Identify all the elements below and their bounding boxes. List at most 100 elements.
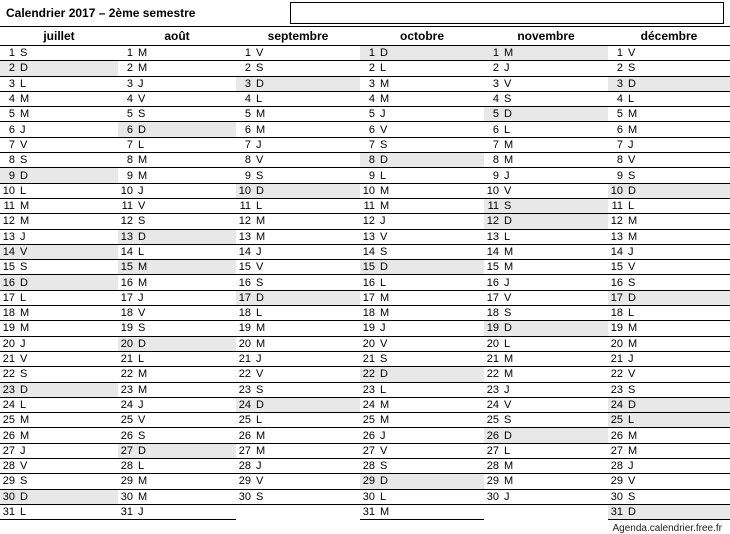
day-row: 12M — [608, 214, 730, 229]
day-number: 17 — [608, 292, 626, 304]
day-row: 7M — [484, 138, 608, 153]
day-number: 5 — [118, 108, 136, 120]
day-of-week: S — [136, 430, 152, 442]
day-of-week: D — [254, 292, 270, 304]
day-number: 1 — [484, 47, 502, 59]
day-number: 4 — [236, 93, 254, 105]
day-of-week: D — [378, 47, 394, 59]
day-of-week: D — [502, 215, 518, 227]
day-row: 24D — [236, 398, 360, 413]
day-of-week: S — [626, 491, 642, 503]
day-number: 15 — [236, 261, 254, 273]
day-number: 7 — [0, 139, 18, 151]
day-number: 22 — [118, 368, 136, 380]
day-of-week: S — [378, 460, 394, 472]
day-row: 21S — [360, 352, 484, 367]
day-row: 3V — [484, 77, 608, 92]
day-number: 16 — [608, 277, 626, 289]
day-of-week: D — [502, 322, 518, 334]
day-of-week: L — [502, 231, 518, 243]
day-row: 29V — [236, 474, 360, 489]
day-number: 25 — [608, 414, 626, 426]
day-number: 16 — [236, 277, 254, 289]
day-number: 11 — [608, 200, 626, 212]
day-number: 14 — [360, 246, 378, 258]
day-number: 18 — [484, 307, 502, 319]
day-row: 27M — [236, 444, 360, 459]
day-of-week: M — [136, 154, 152, 166]
day-of-week: D — [502, 430, 518, 442]
day-of-week: J — [18, 231, 34, 243]
day-of-week: J — [18, 445, 34, 457]
day-row: 29M — [118, 474, 236, 489]
day-number: 5 — [236, 108, 254, 120]
day-of-week: M — [502, 368, 518, 380]
day-of-week: J — [378, 322, 394, 334]
footer-credit: Agenda.calendrier.free.fr — [0, 520, 730, 534]
day-row: 17M — [360, 291, 484, 306]
day-of-week: L — [626, 93, 642, 105]
day-row: 6L — [484, 122, 608, 137]
day-row: 22V — [236, 367, 360, 382]
day-row: 19J — [360, 321, 484, 336]
day-of-week: V — [626, 368, 642, 380]
day-of-week: S — [18, 154, 34, 166]
day-number: 13 — [360, 231, 378, 243]
day-number: 24 — [360, 399, 378, 411]
day-row: 2J — [484, 61, 608, 76]
day-of-week: M — [502, 460, 518, 472]
day-number: 3 — [360, 78, 378, 90]
day-of-week: V — [626, 47, 642, 59]
day-of-week: V — [136, 200, 152, 212]
day-number: 23 — [484, 384, 502, 396]
day-of-week: L — [18, 506, 34, 518]
day-of-week: S — [254, 384, 270, 396]
day-number: 15 — [0, 261, 18, 273]
day-of-week: V — [502, 292, 518, 304]
day-number: 6 — [484, 124, 502, 136]
day-row: 20D — [118, 337, 236, 352]
day-number: 14 — [118, 246, 136, 258]
day-of-week: M — [378, 292, 394, 304]
day-number: 9 — [236, 170, 254, 182]
day-number: 28 — [608, 460, 626, 472]
day-number: 5 — [484, 108, 502, 120]
day-number: 12 — [118, 215, 136, 227]
day-number: 29 — [236, 475, 254, 487]
day-row: 9J — [484, 168, 608, 183]
day-row: 10D — [608, 184, 730, 199]
day-of-week: S — [626, 62, 642, 74]
day-of-week: J — [626, 460, 642, 472]
day-number: 26 — [360, 430, 378, 442]
day-of-week: M — [626, 231, 642, 243]
day-number: 5 — [608, 108, 626, 120]
day-of-week: D — [136, 231, 152, 243]
day-row: 3J — [118, 77, 236, 92]
day-number: 4 — [360, 93, 378, 105]
day-number: 13 — [484, 231, 502, 243]
day-number: 23 — [236, 384, 254, 396]
day-row: 4M — [0, 92, 118, 107]
day-number: 16 — [0, 277, 18, 289]
day-number: 30 — [360, 491, 378, 503]
day-number: 17 — [0, 292, 18, 304]
day-row: 25S — [484, 413, 608, 428]
day-number: 6 — [608, 124, 626, 136]
day-of-week: L — [254, 93, 270, 105]
day-number: 16 — [484, 277, 502, 289]
day-of-week: D — [378, 475, 394, 487]
day-of-week: M — [626, 322, 642, 334]
day-number: 24 — [118, 399, 136, 411]
day-of-week: J — [378, 108, 394, 120]
day-number: 6 — [118, 124, 136, 136]
day-row: 24L — [0, 398, 118, 413]
month-head-novembre: novembre — [484, 27, 608, 45]
day-number: 2 — [236, 62, 254, 74]
day-row: 13D — [118, 230, 236, 245]
day-of-week: M — [502, 353, 518, 365]
header-row: Calendrier 2017 – 2ème semestre — [0, 0, 730, 27]
day-number: 29 — [0, 475, 18, 487]
day-of-week: D — [18, 384, 34, 396]
day-number: 3 — [608, 78, 626, 90]
day-number: 26 — [608, 430, 626, 442]
